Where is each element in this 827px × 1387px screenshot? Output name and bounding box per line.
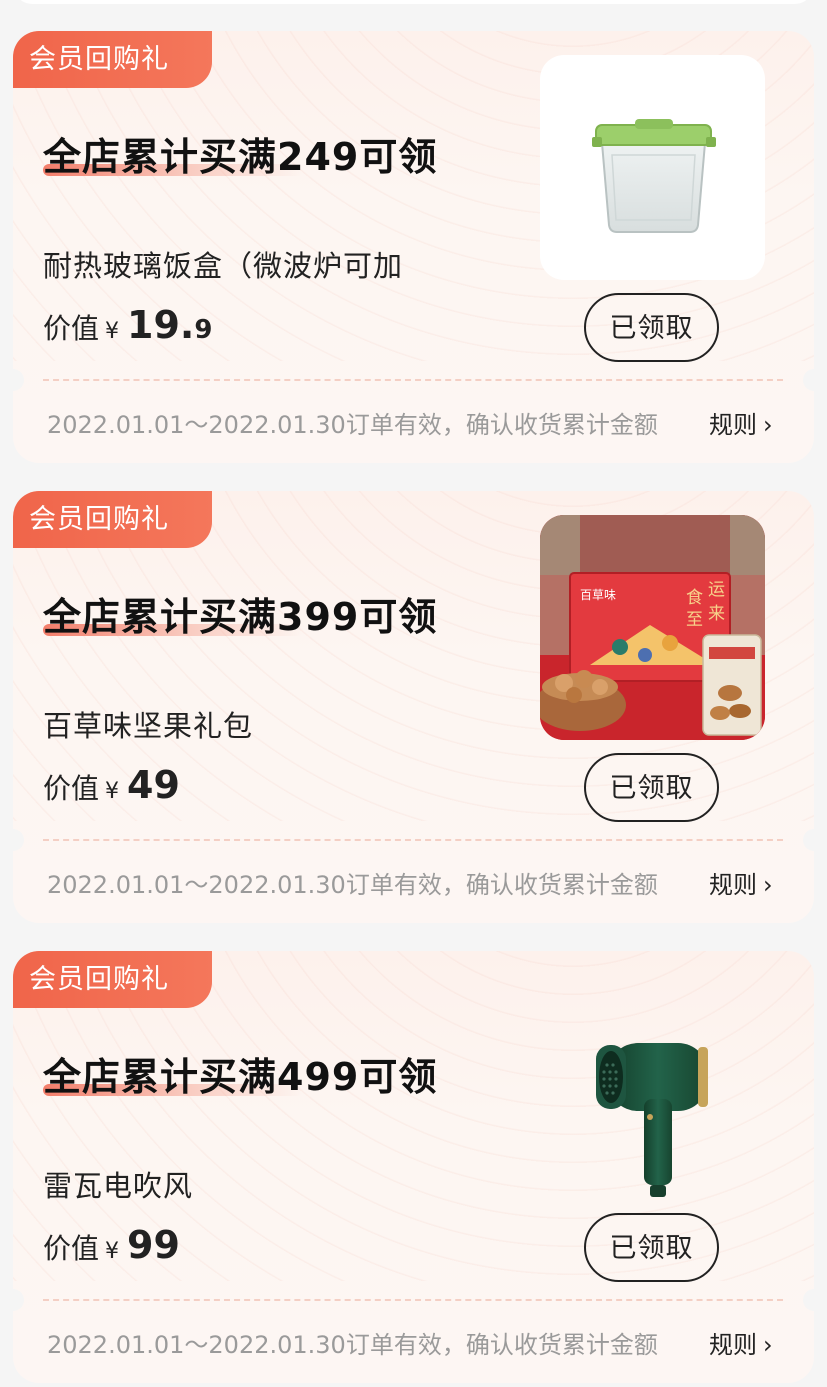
validity-text: 2022.01.01～2022.01.30订单有效，确认收货累计金额 (47, 1331, 658, 1359)
threshold-title: 全店累计买满249可领 (43, 135, 438, 179)
dashed-divider (43, 379, 783, 381)
reward-card: 会员回购礼 全店累计买满249可领 耐热玻璃饭盒（微波炉可加 价值 ¥19.9 已… (13, 31, 814, 463)
validity-text: 2022.01.01～2022.01.30订单有效，确认收货累计金额 (47, 871, 658, 899)
slogan-char: 至 (686, 610, 703, 630)
reward-title: 全店累计买满249可领 (43, 126, 437, 186)
member-repurchase-badge: 会员回购礼 (13, 31, 212, 88)
price-decimal: 9 (194, 315, 213, 345)
validity-text: 2022.01.01～2022.01.30订单有效，确认收货累计金额 (47, 411, 658, 439)
price-row: 价值 ¥19.9 (43, 303, 212, 347)
slogan-char: 食 (686, 588, 703, 608)
threshold-title: 全店累计买满499可领 (43, 1055, 438, 1099)
claimed-button[interactable]: 已领取 (584, 753, 719, 822)
rules-label: 规则 (709, 1331, 757, 1359)
member-repurchase-badge: 会员回购礼 (13, 491, 212, 548)
chevron-right-icon: › (763, 411, 773, 439)
price-value: 19. (127, 303, 195, 347)
dashed-divider (43, 1299, 783, 1301)
rules-link[interactable]: 规则 › (709, 1325, 773, 1360)
chevron-right-icon: › (763, 1331, 773, 1359)
reward-title: 全店累计买满399可领 (43, 586, 437, 646)
price-label: 价值 (43, 772, 100, 805)
dashed-divider (43, 839, 783, 841)
product-image[interactable] (540, 975, 765, 1200)
ticket-notch-left (13, 1289, 24, 1311)
product-name: 百草味坚果礼包 (43, 709, 254, 743)
hair-dryer-icon (596, 1043, 708, 1197)
currency-symbol: ¥ (105, 319, 120, 344)
brand-logo-text: 百草味 (580, 588, 616, 602)
price-row: 价值 ¥49 (43, 763, 180, 807)
nut-gift-box-icon: 百草味 食 运 至 来 (540, 515, 765, 740)
ticket-notch-left (13, 829, 24, 851)
rules-label: 规则 (709, 411, 757, 439)
claimed-button[interactable]: 已领取 (584, 293, 719, 362)
currency-symbol: ¥ (105, 1239, 120, 1264)
reward-card: 会员回购礼 全店累计买满499可领 雷瓦电吹风 价值 ¥99 已领取 2022.… (13, 951, 814, 1383)
member-repurchase-badge: 会员回购礼 (13, 951, 212, 1008)
reward-card: 会员回购礼 全店累计买满399可领 百草味坚果礼包 价值 ¥49 百草味 食 运 … (13, 491, 814, 923)
price-label: 价值 (43, 1232, 100, 1265)
ticket-notch-right (803, 369, 814, 391)
product-image[interactable]: 百草味 食 运 至 来 (540, 515, 765, 740)
glass-food-box-icon (592, 119, 716, 233)
price-value: 99 (127, 1223, 180, 1267)
slogan-char: 运 (708, 580, 725, 600)
product-image[interactable] (540, 55, 765, 280)
slogan-char: 来 (708, 604, 725, 624)
rules-link[interactable]: 规则 › (709, 865, 773, 900)
claimed-button[interactable]: 已领取 (584, 1213, 719, 1282)
previous-card-edge (14, 0, 813, 4)
rules-link[interactable]: 规则 › (709, 405, 773, 440)
ticket-notch-left (13, 369, 24, 391)
reward-title: 全店累计买满499可领 (43, 1046, 437, 1106)
ticket-notch-right (803, 1289, 814, 1311)
ticket-notch-right (803, 829, 814, 851)
price-value: 49 (127, 763, 180, 807)
product-name: 雷瓦电吹风 (43, 1169, 194, 1203)
threshold-title: 全店累计买满399可领 (43, 595, 438, 639)
product-name: 耐热玻璃饭盒（微波炉可加 (43, 249, 404, 283)
chevron-right-icon: › (763, 871, 773, 899)
price-label: 价值 (43, 312, 100, 345)
currency-symbol: ¥ (105, 779, 120, 804)
price-row: 价值 ¥99 (43, 1223, 180, 1267)
rules-label: 规则 (709, 871, 757, 899)
